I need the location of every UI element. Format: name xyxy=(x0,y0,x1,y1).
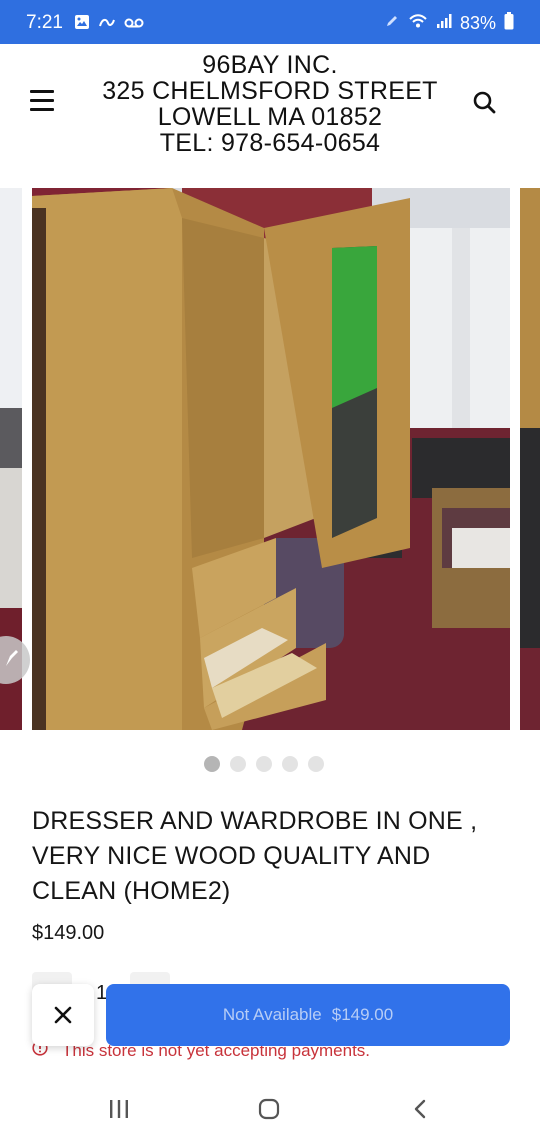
status-left-icons xyxy=(74,14,144,35)
battery-percent: 83% xyxy=(459,13,496,33)
link-icon xyxy=(98,15,116,34)
next-slide-image[interactable] xyxy=(520,188,540,730)
store-street: 325 CHELMSFORD STREET xyxy=(102,77,438,105)
carousel-pagination xyxy=(204,756,324,772)
carousel-dot-5[interactable] xyxy=(308,756,324,772)
product-price: $149.00 xyxy=(32,922,105,944)
store-name: 96BAY INC. xyxy=(202,51,338,79)
system-nav-bar xyxy=(0,1076,540,1140)
edit-icon[interactable] xyxy=(0,636,30,684)
carousel-dot-3[interactable] xyxy=(256,756,272,772)
pen-icon xyxy=(384,13,400,34)
back-icon[interactable] xyxy=(412,1098,428,1120)
store-phone: TEL: 978-654-0654 xyxy=(159,129,381,157)
add-to-cart-button[interactable]: Not Available $149.00 xyxy=(106,984,510,1046)
home-icon[interactable] xyxy=(258,1098,280,1120)
store-info: 96BAY INC. 325 CHELMSFORD STREET LOWELL … xyxy=(80,52,460,156)
store-city: LOWELL MA 01852 xyxy=(157,103,383,131)
carousel-dot-1[interactable] xyxy=(204,756,220,772)
search-icon[interactable] xyxy=(470,88,500,118)
status-bar: 7:21 83% xyxy=(0,0,540,44)
status-right-icons: 83% xyxy=(384,12,514,35)
product-image xyxy=(32,188,510,730)
recents-icon[interactable] xyxy=(108,1100,130,1118)
close-icon xyxy=(54,1006,72,1024)
status-time: 7:21 xyxy=(26,12,63,33)
voicemail-icon xyxy=(124,16,144,34)
cta-label: Not Available xyxy=(222,1005,322,1024)
product-image-carousel[interactable] xyxy=(0,188,540,730)
hamburger-menu-icon[interactable] xyxy=(28,90,56,112)
carousel-dot-4[interactable] xyxy=(282,756,298,772)
cta-price: $149.00 xyxy=(331,1005,394,1024)
store-header: 96BAY INC. 325 CHELMSFORD STREET LOWELL … xyxy=(0,44,540,174)
carousel-dot-2[interactable] xyxy=(230,756,246,772)
close-button[interactable] xyxy=(32,984,94,1046)
battery-icon xyxy=(504,12,514,35)
wifi-icon xyxy=(408,13,428,34)
product-title: DRESSER AND WARDROBE IN ONE , VERY NICE … xyxy=(32,807,478,905)
image-icon xyxy=(74,14,90,35)
signal-icon xyxy=(436,13,452,34)
